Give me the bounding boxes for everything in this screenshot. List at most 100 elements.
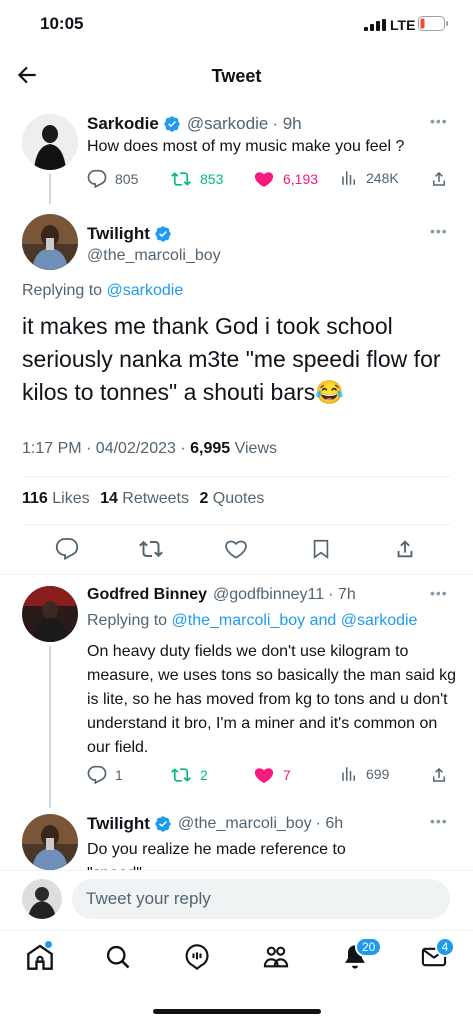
replying-to: Replying to @sarkodie bbox=[22, 282, 183, 300]
views-count: 248K bbox=[366, 170, 399, 186]
tab-notifications[interactable]: 20 bbox=[341, 937, 383, 976]
like-count: 7 bbox=[283, 767, 291, 783]
retweet-icon bbox=[171, 768, 191, 782]
tab-bar: 20 4 bbox=[0, 931, 473, 1024]
reply-button[interactable]: 805 bbox=[87, 169, 138, 189]
tweet-text: it makes me thank God i took school seri… bbox=[22, 313, 441, 405]
heart-icon bbox=[254, 768, 274, 783]
reply-icon bbox=[87, 169, 107, 189]
author-handle[interactable]: @the_marcoli_boy bbox=[87, 247, 221, 265]
author-handle[interactable]: @the_marcoli_boy bbox=[178, 815, 312, 833]
share-button[interactable] bbox=[394, 537, 416, 566]
reply-button[interactable] bbox=[55, 537, 79, 566]
like-button[interactable]: 6,193 bbox=[253, 169, 318, 189]
home-indicator bbox=[153, 1009, 321, 1014]
tweet-text: How does most of my music make you feel … bbox=[87, 138, 405, 155]
thread-line bbox=[49, 646, 51, 808]
retweets-stat[interactable]: 14 Retweets bbox=[100, 490, 189, 507]
tab-home[interactable] bbox=[26, 941, 54, 976]
author-name[interactable]: Twilight bbox=[87, 814, 150, 834]
spaces-icon bbox=[185, 944, 209, 970]
communities-icon bbox=[263, 946, 289, 968]
retweet-count: 853 bbox=[200, 171, 224, 187]
composer-bar: Tweet your reply bbox=[0, 871, 473, 929]
divider bbox=[22, 524, 451, 525]
replying-prefix: Replying to bbox=[22, 282, 107, 299]
reply-icon bbox=[55, 538, 79, 561]
battery-icon bbox=[418, 16, 448, 31]
author-name[interactable]: Twilight bbox=[87, 224, 150, 244]
quotes-stat[interactable]: 2 Quotes bbox=[199, 490, 264, 507]
share-button[interactable] bbox=[430, 169, 456, 189]
avatar[interactable] bbox=[22, 879, 62, 919]
replying-prefix: Replying to bbox=[87, 612, 172, 629]
views-icon bbox=[342, 171, 355, 185]
retweet-button[interactable] bbox=[138, 537, 164, 566]
quotes-label: Quotes bbox=[208, 490, 265, 507]
share-icon bbox=[433, 767, 445, 782]
retweet-button[interactable]: 853 bbox=[170, 169, 223, 189]
share-button[interactable] bbox=[430, 765, 456, 785]
tab-search[interactable] bbox=[104, 943, 132, 976]
author-name[interactable]: Sarkodie bbox=[87, 114, 159, 134]
bookmark-button[interactable] bbox=[310, 537, 332, 566]
heart-icon bbox=[225, 540, 247, 559]
more-options-button[interactable]: ••• bbox=[430, 113, 448, 129]
tweet-header: Twilight @the_marcoli_boy · 6h bbox=[87, 814, 343, 834]
like-count: 6,193 bbox=[283, 171, 319, 187]
replying-to: Replying to @the_marcoli_boy and @sarkod… bbox=[87, 612, 417, 630]
tweet-header: Sarkodie @sarkodie · 9h bbox=[87, 114, 302, 134]
likes-stat[interactable]: 116 Likes bbox=[22, 490, 90, 507]
views-count: 6,995 bbox=[190, 440, 231, 457]
likes-count: 116 bbox=[22, 490, 48, 507]
replying-to-link[interactable]: @sarkodie bbox=[107, 282, 184, 299]
retweet-icon bbox=[171, 172, 191, 186]
retweet-button[interactable]: 2 bbox=[170, 765, 208, 785]
retweet-icon bbox=[139, 540, 163, 558]
author-name[interactable]: Godfred Binney bbox=[87, 586, 207, 604]
divider bbox=[0, 574, 473, 575]
tab-communities[interactable] bbox=[262, 943, 290, 976]
author-handle[interactable]: @godfbinney11 bbox=[213, 586, 324, 604]
reply-input[interactable]: Tweet your reply bbox=[72, 879, 450, 919]
retweets-label: Retweets bbox=[117, 490, 189, 507]
tweet-time: · 9h bbox=[272, 114, 302, 133]
views-button[interactable]: 248K bbox=[340, 169, 399, 187]
retweet-count: 2 bbox=[200, 767, 208, 783]
status-time: 10:05 bbox=[40, 14, 84, 33]
tweet-header: Godfred Binney @godfbinney11 · 7h bbox=[87, 586, 356, 604]
avatar[interactable] bbox=[22, 814, 78, 870]
views-label: Views bbox=[230, 440, 277, 457]
reply-button[interactable]: 1 bbox=[87, 765, 123, 785]
author-handle[interactable]: @sarkodie bbox=[187, 114, 269, 134]
views-button[interactable]: 699 bbox=[340, 765, 389, 783]
tweet-text: On heavy duty fields we don't use kilogr… bbox=[87, 643, 457, 756]
network-label: LTE bbox=[390, 17, 416, 33]
retweets-count: 14 bbox=[100, 490, 118, 507]
divider bbox=[22, 476, 451, 477]
heart-icon bbox=[254, 172, 274, 187]
tab-spaces[interactable] bbox=[183, 943, 211, 976]
avatar[interactable] bbox=[22, 114, 78, 170]
more-options-button[interactable]: ••• bbox=[430, 585, 448, 601]
avatar[interactable] bbox=[22, 586, 78, 642]
tweet-header: Twilight bbox=[87, 224, 172, 244]
replying-to-link[interactable]: @the_marcoli_boy and @sarkodie bbox=[172, 612, 418, 629]
more-options-button[interactable]: ••• bbox=[430, 813, 448, 829]
tweet-time: · 6h bbox=[315, 815, 344, 832]
reply-2-container: Twilight @the_marcoli_boy · 6h ••• Do yo… bbox=[0, 808, 473, 870]
engagement-stats: 116 Likes 14 Retweets 2 Quotes bbox=[22, 490, 264, 508]
tweet-timestamp: 1:17 PM · 04/02/2023 · 6,995 Views bbox=[22, 440, 277, 458]
reply-count: 1 bbox=[115, 767, 123, 783]
search-icon bbox=[106, 945, 130, 969]
avatar[interactable] bbox=[22, 214, 78, 270]
views-icon bbox=[342, 767, 355, 781]
more-options-button[interactable]: ••• bbox=[430, 223, 448, 239]
signal-icon bbox=[364, 18, 386, 31]
tweet-time: · 7h bbox=[328, 586, 356, 603]
like-button[interactable] bbox=[224, 537, 248, 566]
share-icon bbox=[397, 540, 413, 558]
tab-messages[interactable]: 4 bbox=[420, 937, 455, 976]
status-bar: 10:05 LTE bbox=[0, 0, 473, 50]
like-button[interactable]: 7 bbox=[253, 765, 291, 785]
